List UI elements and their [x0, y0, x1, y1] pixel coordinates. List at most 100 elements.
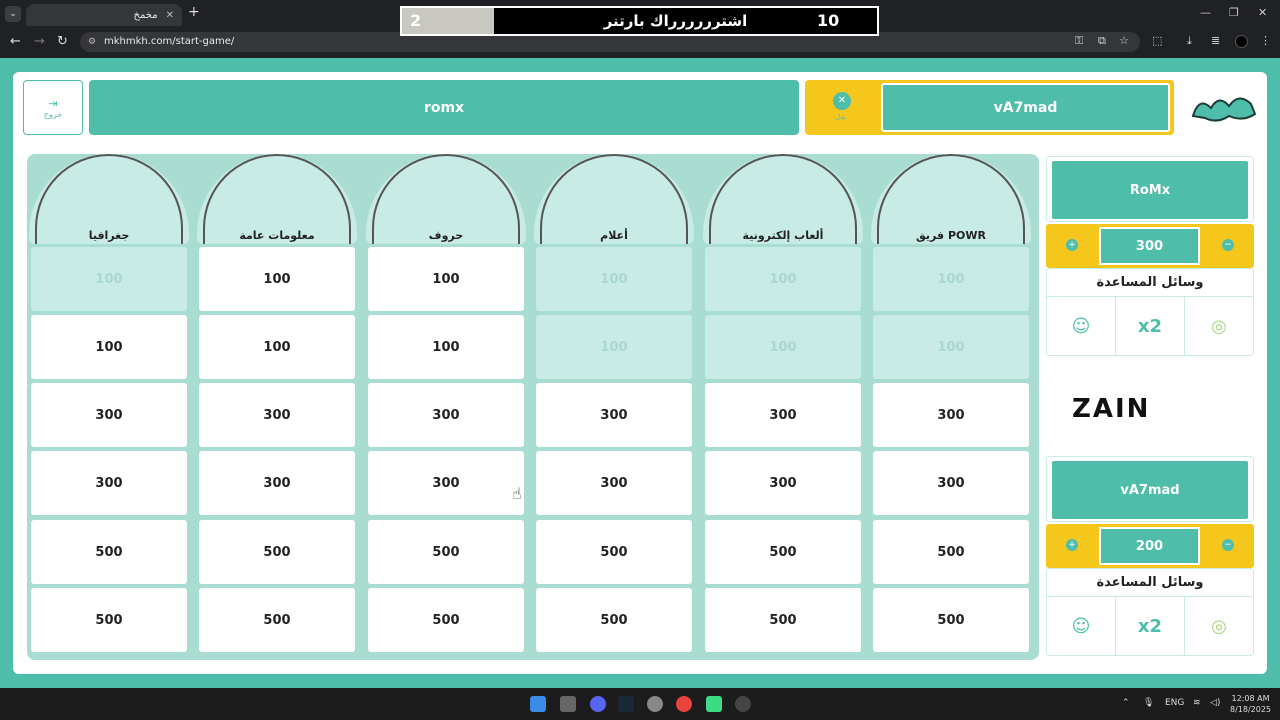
- start-icon[interactable]: [530, 696, 546, 712]
- close-tab-icon[interactable]: ✕: [166, 10, 174, 21]
- question-tile[interactable]: 100: [31, 315, 187, 379]
- new-tab-button[interactable]: +: [188, 4, 200, 20]
- question-tile[interactable]: 500: [705, 520, 861, 584]
- call-friend-icon[interactable]: ☺: [1047, 297, 1115, 355]
- install-app-icon[interactable]: ⧉: [1098, 34, 1106, 48]
- category-header[interactable]: فريق POWR: [871, 154, 1031, 244]
- question-tile[interactable]: 300: [199, 383, 355, 447]
- extensions-icon[interactable]: ⬚: [1152, 34, 1162, 47]
- site-logo[interactable]: [1189, 86, 1259, 128]
- question-tile[interactable]: 300: [536, 383, 692, 447]
- team-score-box: +200 −: [1046, 524, 1254, 568]
- minimize-button[interactable]: —: [1200, 6, 1211, 19]
- question-tile[interactable]: 500: [199, 588, 355, 652]
- tab-list-button[interactable]: ⌄: [5, 6, 21, 22]
- category-header[interactable]: معلومات عامة: [197, 154, 357, 244]
- question-tile[interactable]: 300: [31, 451, 187, 515]
- discord-icon[interactable]: [590, 696, 606, 712]
- call-friend-icon[interactable]: ☺: [1047, 597, 1115, 655]
- tray-chevron-icon[interactable]: ⌃: [1122, 698, 1130, 708]
- maximize-button[interactable]: ❐: [1229, 6, 1239, 19]
- team-name: vA7mad: [1052, 461, 1248, 519]
- question-tile[interactable]: 100: [368, 315, 524, 379]
- reading-list-icon[interactable]: ≣: [1211, 34, 1220, 47]
- game-stage: ⇥ خروج romx ✕ بدل vA7mad جغرافيا 100 100 30…: [0, 58, 1280, 688]
- question-tile[interactable]: 300: [536, 451, 692, 515]
- help-tools-panel: وسائل المساعدة ☺ x2 ◎: [1046, 268, 1254, 356]
- menu-icon[interactable]: ⋮: [1260, 34, 1271, 47]
- site-info-icon[interactable]: ⚙: [88, 32, 96, 52]
- category-name: أعلام: [600, 229, 628, 242]
- settings-icon[interactable]: [647, 696, 663, 712]
- question-tile[interactable]: 100: [199, 247, 355, 311]
- question-tile[interactable]: 500: [536, 520, 692, 584]
- category-column: أعلام 100 100 300 300 500 500: [532, 154, 696, 660]
- clock[interactable]: 12:08 AM 8/18/2025: [1230, 693, 1271, 715]
- category-header[interactable]: أعلام: [534, 154, 694, 244]
- category-name: معلومات عامة: [239, 229, 315, 242]
- question-tile[interactable]: 500: [873, 520, 1029, 584]
- exit-label: خروج: [43, 110, 63, 119]
- question-tile[interactable]: 500: [31, 520, 187, 584]
- minus-icon[interactable]: −: [1222, 239, 1234, 251]
- plus-icon[interactable]: +: [1066, 539, 1078, 551]
- category-column: جغرافيا 100 100 300 300 500 500: [27, 154, 191, 660]
- back-button[interactable]: ←: [10, 34, 21, 49]
- profile-avatar[interactable]: [1235, 35, 1248, 48]
- question-tile[interactable]: 300: [199, 451, 355, 515]
- microphone-icon[interactable]: 🎙: [1143, 698, 1154, 708]
- question-tile[interactable]: 500: [199, 520, 355, 584]
- category-header[interactable]: حروف: [366, 154, 526, 244]
- task-view-icon[interactable]: [560, 696, 576, 712]
- category-column: فريق POWR 100 100 300 300 500 500: [869, 154, 1033, 660]
- question-tile[interactable]: 500: [368, 520, 524, 584]
- question-tile[interactable]: 500: [705, 588, 861, 652]
- language-indicator[interactable]: ENG: [1165, 698, 1184, 708]
- double-points-icon[interactable]: x2: [1115, 597, 1184, 655]
- category-header[interactable]: جغرافيا: [29, 154, 189, 244]
- question-tile[interactable]: 300: [31, 383, 187, 447]
- chrome-icon[interactable]: [676, 696, 692, 712]
- category-column: حروف 100 100 300 300 500 500: [364, 154, 528, 660]
- question-tile[interactable]: 300: [705, 451, 861, 515]
- exit-button[interactable]: ⇥ خروج: [23, 80, 83, 135]
- question-tile[interactable]: 500: [31, 588, 187, 652]
- question-tile[interactable]: 300: [873, 383, 1029, 447]
- question-tile[interactable]: 500: [368, 588, 524, 652]
- question-tile[interactable]: 300: [873, 451, 1029, 515]
- bookmark-star-icon[interactable]: ☆: [1119, 34, 1129, 47]
- question-tile[interactable]: 300: [368, 451, 524, 515]
- password-key-icon[interactable]: ⚿: [1075, 34, 1083, 48]
- volume-icon[interactable]: ◁): [1210, 698, 1220, 708]
- browser-tab[interactable]: مخمخ ✕: [26, 4, 182, 26]
- question-tile[interactable]: 300: [705, 383, 861, 447]
- question-tile[interactable]: 500: [536, 588, 692, 652]
- team-right-name: vA7mad: [881, 83, 1170, 132]
- swap-label: بدل: [835, 113, 846, 121]
- download-icon[interactable]: ⤓: [1187, 34, 1192, 48]
- wifi-icon[interactable]: ≋: [1193, 698, 1201, 708]
- double-points-icon[interactable]: x2: [1115, 297, 1184, 355]
- mouse-cursor-icon: ☝: [512, 484, 522, 503]
- question-tile[interactable]: 500: [873, 588, 1029, 652]
- help-tools-panel: وسائل المساعدة ☺ x2 ◎: [1046, 568, 1254, 656]
- category-header[interactable]: ألعاب إلكترونية: [703, 154, 863, 244]
- team-score: 200: [1099, 527, 1200, 565]
- forward-button[interactable]: →: [34, 34, 45, 49]
- reload-button[interactable]: ↻: [57, 34, 68, 49]
- app-icon[interactable]: [706, 696, 722, 712]
- question-tile[interactable]: 300: [368, 383, 524, 447]
- timer-help-icon[interactable]: ◎: [1184, 597, 1253, 655]
- swap-turn-icon[interactable]: ✕: [833, 92, 851, 110]
- category-name: جغرافيا: [88, 229, 130, 242]
- close-window-button[interactable]: ✕: [1258, 6, 1267, 19]
- obs-icon[interactable]: [735, 696, 751, 712]
- question-tile: 100: [705, 315, 861, 379]
- minus-icon[interactable]: −: [1222, 539, 1234, 551]
- plus-icon[interactable]: +: [1066, 239, 1078, 251]
- player-count: 2: [402, 8, 494, 34]
- question-tile[interactable]: 100: [199, 315, 355, 379]
- question-tile[interactable]: 100: [368, 247, 524, 311]
- steam-icon[interactable]: [618, 696, 634, 712]
- timer-help-icon[interactable]: ◎: [1184, 297, 1253, 355]
